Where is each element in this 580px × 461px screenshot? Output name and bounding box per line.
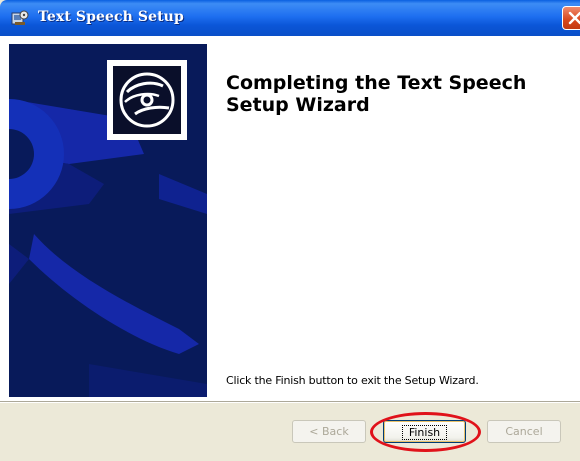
wizard-content: Completing the Text Speech Setup Wizard …	[0, 36, 580, 401]
window-title: Text Speech Setup	[38, 9, 184, 25]
back-button-label: < Back	[309, 425, 349, 438]
instruction-text: Click the Finish button to exit the Setu…	[226, 374, 479, 387]
finish-button-label: Finish	[401, 425, 448, 440]
back-button[interactable]: < Back	[292, 420, 366, 443]
close-icon	[568, 11, 580, 25]
page-title: Completing the Text Speech Setup Wizard	[226, 72, 527, 116]
setup-disc-badge	[107, 60, 187, 140]
setup-icon	[11, 9, 29, 27]
cancel-button[interactable]: Cancel	[487, 420, 561, 443]
setup-wizard-window: Text Speech Setup Completing the Text Sp…	[0, 0, 580, 461]
cd-icon	[119, 72, 175, 128]
title-bar: Text Speech Setup	[0, 0, 580, 36]
wizard-banner-image	[9, 44, 207, 397]
finish-button[interactable]: Finish	[383, 420, 466, 443]
divider	[0, 401, 580, 403]
cancel-button-label: Cancel	[505, 425, 543, 438]
close-button[interactable]	[562, 6, 580, 30]
